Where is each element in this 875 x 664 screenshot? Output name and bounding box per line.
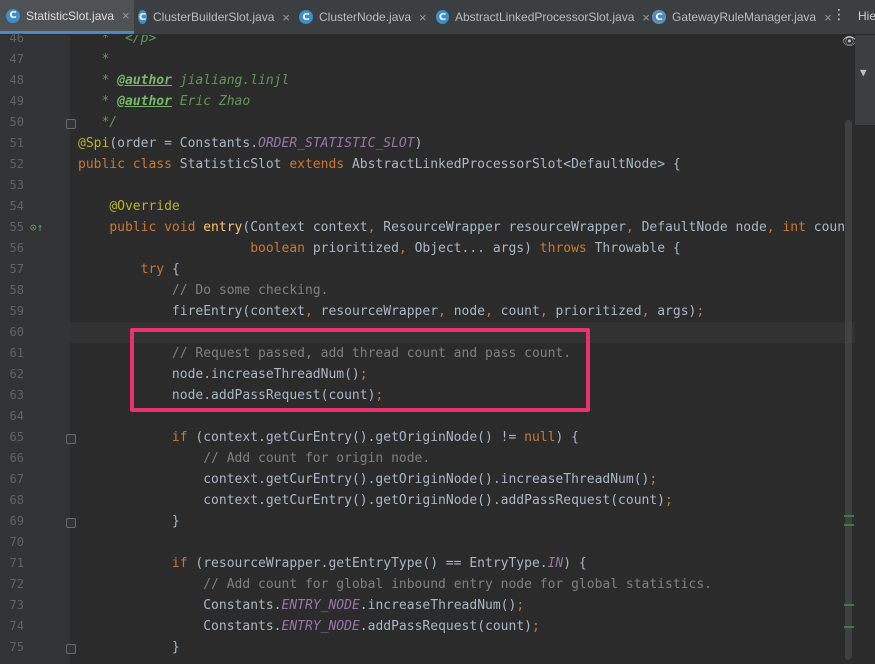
line-number: 70	[9, 535, 24, 549]
editor-scrollbar[interactable]	[845, 120, 852, 660]
close-icon[interactable]: ×	[122, 8, 130, 23]
line-number: 72	[9, 577, 24, 591]
class-icon: C	[652, 10, 666, 24]
code-line-71: if (resourceWrapper.getEntryType() == En…	[171, 556, 587, 571]
hierarchy-side-panel[interactable]	[855, 35, 875, 125]
abstract-class-icon: C	[436, 10, 449, 24]
close-icon[interactable]: ×	[824, 10, 832, 25]
code-line-66: // Add count for origin node.	[203, 451, 431, 466]
tab-label: GatewayRuleManager.java	[672, 10, 817, 24]
code-line-51: @Spi(order = Constants.ORDER_STATISTIC_S…	[78, 136, 423, 151]
code-line-47: *	[78, 52, 110, 67]
line-number: 56	[9, 241, 24, 255]
line-number: 50	[9, 115, 24, 129]
line-number: 59	[9, 304, 24, 318]
code-line-75: }	[171, 640, 180, 655]
line-number: 46	[9, 31, 24, 45]
line-number: 54	[9, 199, 24, 213]
line-number: 55	[9, 220, 24, 234]
code-line-49: * @author Eric Zhao	[78, 94, 251, 109]
highlight-annotation-box	[130, 328, 590, 412]
line-number: 67	[9, 472, 24, 486]
code-line-69: }	[171, 514, 180, 529]
change-marker	[844, 515, 854, 517]
line-number: 74	[9, 619, 24, 633]
tab-label: StatisticSlot.java	[26, 8, 115, 23]
code-line-56: boolean prioritized, Object... args) thr…	[250, 241, 681, 256]
line-number: 71	[9, 556, 24, 570]
line-number: 63	[9, 388, 24, 402]
line-number: 73	[9, 598, 24, 612]
close-icon[interactable]: ×	[419, 10, 427, 25]
dropdown-arrow-icon[interactable]: ▼	[860, 66, 867, 79]
code-line-73: Constants.ENTRY_NODE.increaseThreadNum()…	[203, 598, 525, 613]
code-line-57: try {	[140, 262, 180, 277]
line-number: 53	[9, 178, 24, 192]
editor-tab-bar: C StatisticSlot.java × C ClusterBuilderS…	[0, 0, 875, 35]
class-icon: C	[6, 8, 20, 23]
line-number: 47	[9, 52, 24, 66]
tab-clusterbuilderslot[interactable]: C ClusterBuilderSlot.java ×	[132, 0, 290, 34]
close-icon[interactable]: ×	[282, 10, 290, 25]
tab-label: ClusterBuilderSlot.java	[153, 10, 275, 24]
line-number: 64	[9, 409, 24, 423]
line-number: 48	[9, 73, 24, 87]
code-line-52: public class StatisticSlot extends Abstr…	[78, 157, 681, 172]
code-line-58: // Do some checking.	[171, 283, 329, 298]
class-icon: C	[138, 10, 148, 24]
tab-gatewayrulemanager[interactable]: C GatewayRuleManager.java ×	[646, 0, 836, 34]
line-number: 57	[9, 262, 24, 276]
tab-label: ClusterNode.java	[319, 10, 412, 24]
code-line-48: * @author jialiang.linjl	[78, 73, 290, 88]
tab-label: AbstractLinkedProcessorSlot.java	[454, 10, 635, 24]
line-number: 66	[9, 451, 24, 465]
line-number: 75	[9, 640, 24, 654]
line-number: 61	[9, 346, 24, 360]
line-number-gutter: 46 47 48 49 50 51 52 53 54 55 56 57 58 5…	[0, 31, 76, 664]
code-line-65: if (context.getCurEntry().getOriginNode(…	[171, 430, 579, 445]
line-number: 62	[9, 367, 24, 381]
line-number: 60	[9, 325, 24, 339]
line-number: 65	[9, 430, 24, 444]
code-line-74: Constants.ENTRY_NODE.addPassRequest(coun…	[203, 619, 540, 634]
line-number: 68	[9, 493, 24, 507]
code-line-68: context.getCurEntry().getOriginNode().ad…	[203, 493, 673, 508]
line-number: 49	[9, 94, 24, 108]
code-line-67: context.getCurEntry().getOriginNode().in…	[203, 472, 658, 487]
code-line-54: @Override	[109, 199, 180, 214]
code-line-46: * </p>	[78, 35, 157, 46]
class-icon: C	[299, 10, 313, 24]
code-line-59: fireEntry(context, resourceWrapper, node…	[171, 304, 705, 319]
tab-abstractlinkedprocessorslot[interactable]: C AbstractLinkedProcessorSlot.java ×	[430, 0, 650, 34]
line-number: 51	[9, 136, 24, 150]
change-marker	[844, 626, 854, 628]
code-line-55: public void entry(Context context, Resou…	[109, 220, 846, 235]
tab-clusternode[interactable]: C ClusterNode.java ×	[293, 0, 427, 34]
override-gutter-icon[interactable]: ⊙↑	[30, 221, 44, 235]
code-line-72: // Add count for global inbound entry no…	[203, 577, 712, 592]
line-number: 58	[9, 283, 24, 297]
code-line-50: */	[101, 115, 118, 130]
change-marker	[844, 524, 854, 526]
more-tabs-icon[interactable]: ⋮	[832, 7, 846, 23]
line-number: 69	[9, 514, 24, 528]
change-marker	[844, 604, 854, 606]
line-number: 52	[9, 157, 24, 171]
hierarchy-panel-title[interactable]: Hie	[858, 9, 875, 23]
